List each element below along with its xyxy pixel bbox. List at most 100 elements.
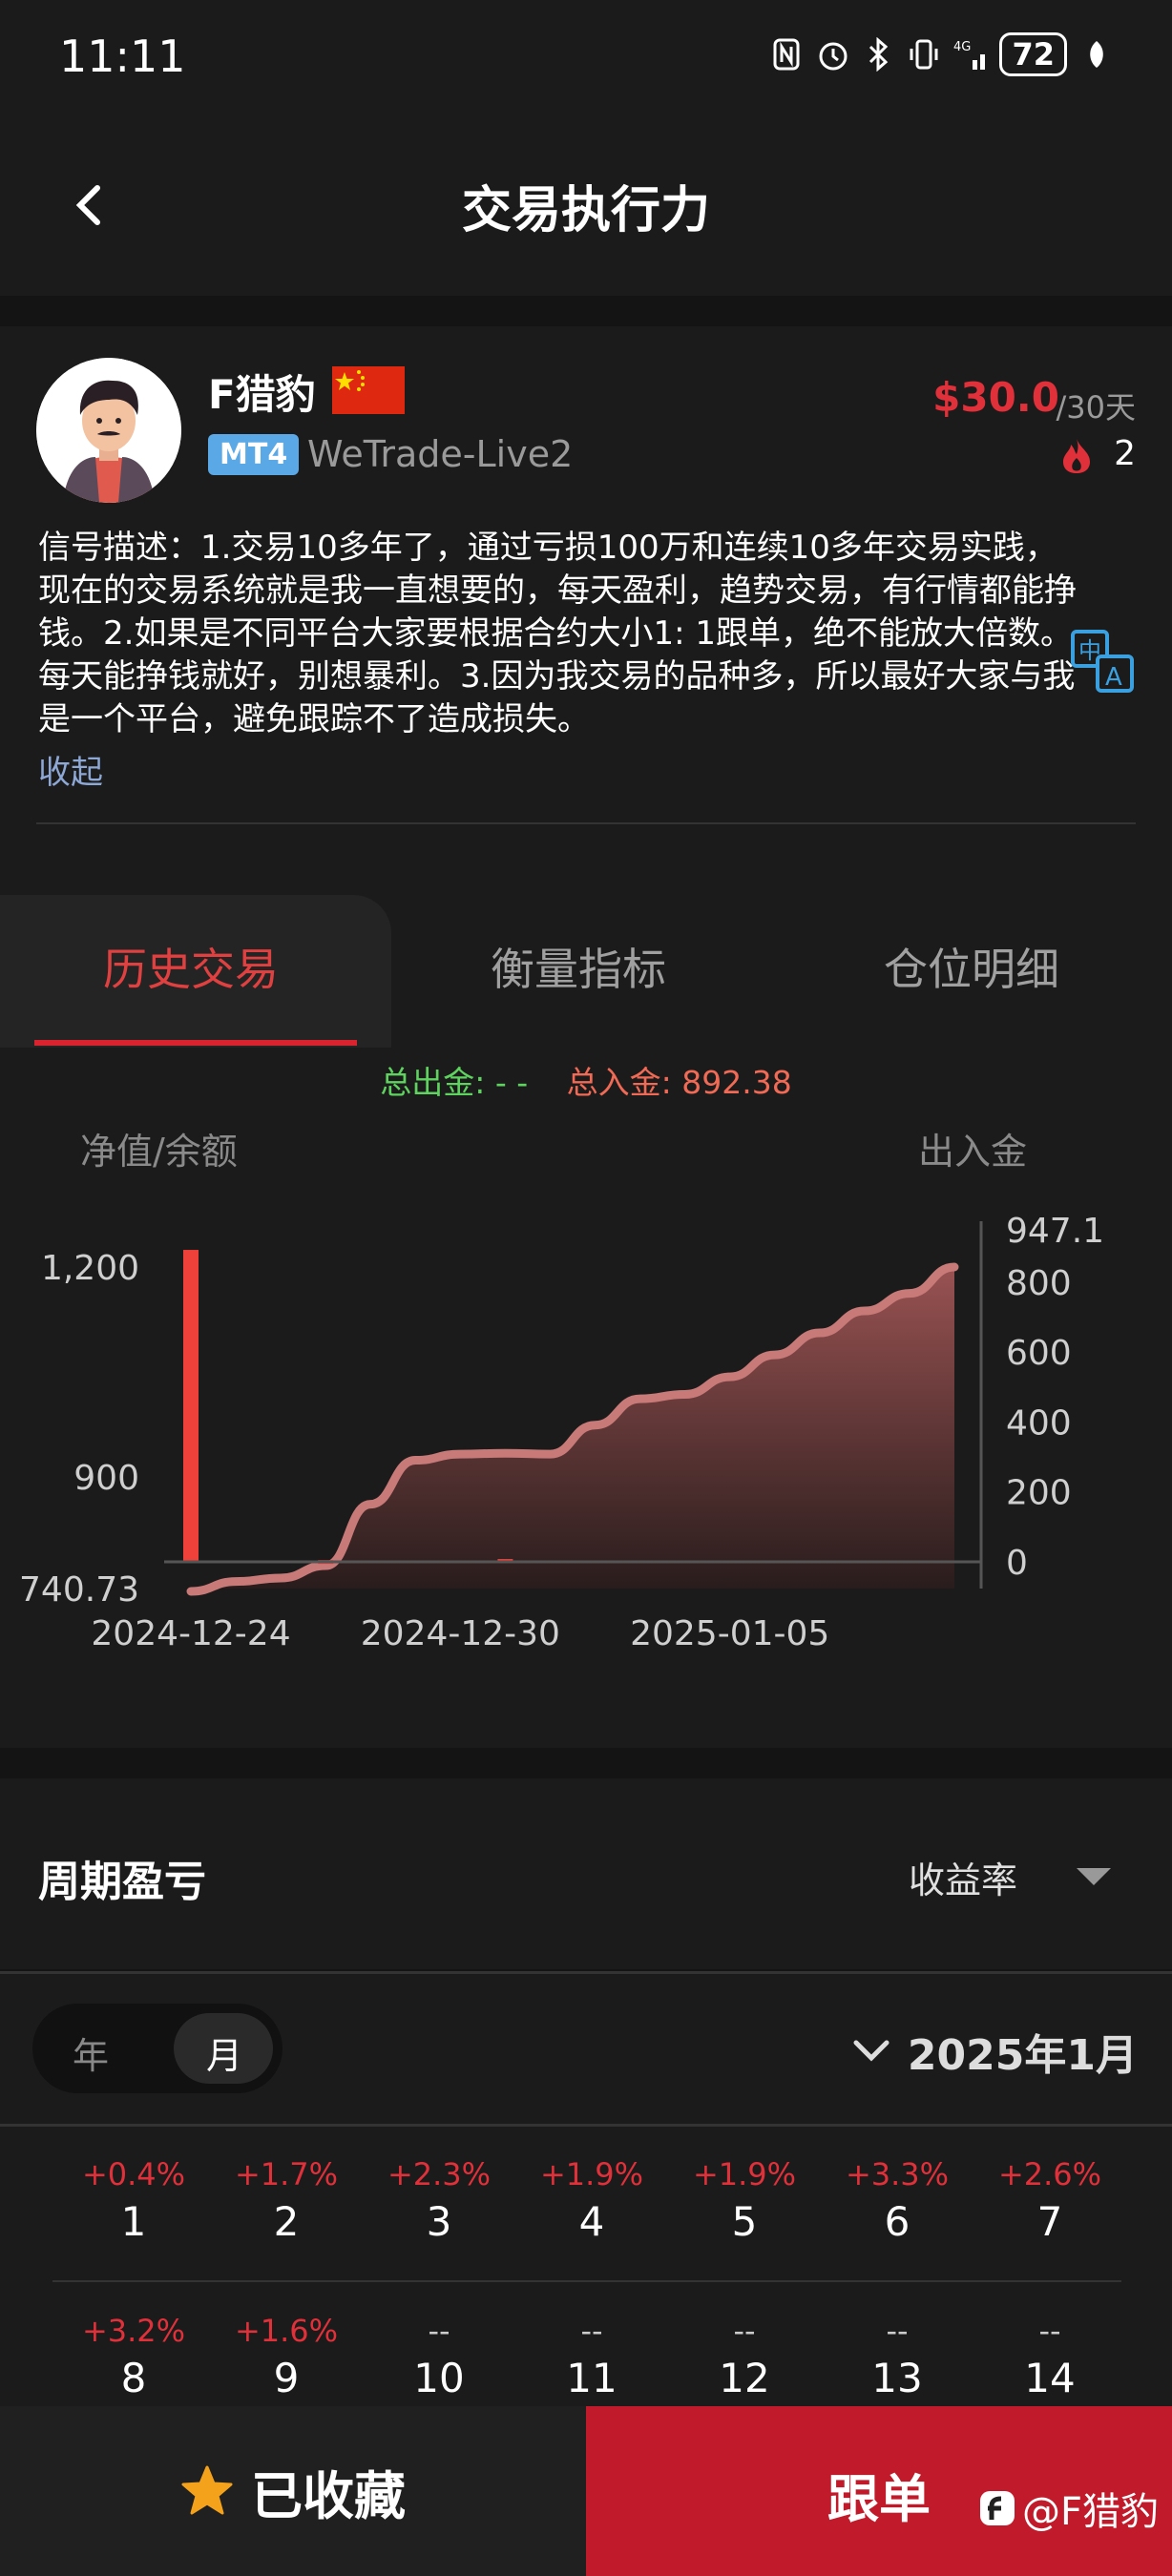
day-return: +1.9% — [539, 2156, 644, 2192]
x-tick-label: 2024-12-24 — [91, 1614, 290, 1653]
calendar-day[interactable]: -- 14 — [973, 2313, 1126, 2401]
vibrate-icon — [908, 35, 940, 73]
calendar-day[interactable]: +2.6% 7 — [973, 2156, 1126, 2245]
left-tick-label: 1,200 — [41, 1249, 139, 1288]
tab-positions[interactable]: 仓位明细 — [884, 935, 1059, 998]
bluetooth-icon — [862, 35, 894, 73]
day-number: 7 — [1036, 2198, 1063, 2245]
x-tick-label: 2024-12-30 — [361, 1614, 560, 1653]
collapse-link[interactable]: 收起 — [38, 746, 103, 793]
left-tick-label: 740.73 — [19, 1570, 139, 1610]
calendar-day[interactable]: +1.9% 4 — [515, 2156, 668, 2245]
calendar-day[interactable]: +3.2% 8 — [57, 2313, 210, 2401]
period-profit-title: 周期盈亏 — [38, 1858, 206, 1906]
day-return: +0.4% — [81, 2156, 186, 2192]
avatar[interactable] — [36, 358, 181, 503]
left-axis-ticks: 1,200 900 740.73 — [19, 1249, 139, 1610]
deposit-bar — [183, 1250, 199, 1562]
left-axis-label: 净值/余额 — [80, 1131, 238, 1173]
right-tick-label: 400 — [1006, 1403, 1072, 1443]
svg-text:A: A — [1105, 663, 1122, 692]
total-deposit: 总入金: 892.38 — [566, 1064, 792, 1101]
status-time: 11:11 — [59, 31, 186, 82]
day-return: -- — [428, 2313, 450, 2349]
watermark-text: @F猎豹 — [1021, 2490, 1159, 2534]
tab-history[interactable]: 历史交易 — [103, 935, 279, 998]
page-title: 交易执行力 — [461, 182, 710, 239]
favorite-label: 已收藏 — [251, 2465, 406, 2526]
follower-count: 2 — [1114, 434, 1136, 473]
watermark-logo-icon — [979, 2491, 1015, 2525]
day-number: 10 — [413, 2355, 465, 2401]
favorite-button[interactable]: 已收藏 — [0, 2406, 586, 2576]
day-return: +3.2% — [81, 2313, 186, 2349]
calendar-day[interactable]: +1.9% 5 — [668, 2156, 821, 2245]
dropdown-arrow-icon[interactable] — [1077, 1868, 1111, 1885]
right-axis-ticks: 947.1 800 600 400 200 0 — [1006, 1212, 1104, 1583]
flag-icon — [332, 366, 405, 414]
x-tick-label: 2025-01-05 — [630, 1614, 829, 1653]
calendar-day[interactable]: -- 13 — [821, 2313, 973, 2401]
right-tick-label: 200 — [1006, 1474, 1072, 1513]
month-picker[interactable]: 2025年1月 — [852, 2021, 1138, 2082]
calendar-day[interactable]: +0.4% 1 — [57, 2156, 210, 2245]
chevron-down-icon — [853, 2040, 889, 2062]
left-tick-label: 900 — [73, 1459, 139, 1498]
day-return: -- — [580, 2313, 603, 2349]
calendar-day[interactable]: +2.3% 3 — [363, 2156, 515, 2245]
x-axis-ticks: 2024-12-24 2024-12-30 2025-01-05 — [91, 1614, 829, 1653]
day-number: 9 — [273, 2355, 300, 2401]
status-icons: 4G 72 — [770, 32, 1113, 76]
day-number: 5 — [731, 2198, 758, 2245]
day-number: 4 — [578, 2198, 605, 2245]
metric-select[interactable]: 收益率 — [909, 1851, 1017, 1903]
right-tick-label: 0 — [1006, 1544, 1028, 1583]
day-number: 6 — [884, 2198, 910, 2245]
day-return: +3.3% — [845, 2156, 950, 2192]
day-number: 14 — [1024, 2355, 1076, 2401]
day-number: 3 — [426, 2198, 452, 2245]
battery-indicator: 72 — [999, 32, 1067, 76]
translate-icon[interactable]: 中A — [1069, 628, 1136, 695]
selected-month: 2025年1月 — [907, 2031, 1138, 2080]
equity-chart[interactable]: 净值/余额 出入金 1,200 900 740.73 947.1 800 600 400 2… — [0, 1126, 1172, 1660]
right-tick-label: 800 — [1006, 1264, 1072, 1303]
calendar-day[interactable]: +1.7% 2 — [210, 2156, 363, 2245]
day-return: -- — [733, 2313, 756, 2349]
watermark: @F猎豹 — [978, 2481, 1159, 2536]
tab-metrics[interactable]: 衡量指标 — [491, 935, 666, 998]
day-return: -- — [1038, 2313, 1061, 2349]
fire-icon — [1059, 437, 1094, 475]
day-number: 13 — [871, 2355, 923, 2401]
day-return: +1.7% — [234, 2156, 339, 2192]
day-return: +1.9% — [692, 2156, 797, 2192]
signal-description: 信号描述：1.交易10多年了，通过亏损100万和连续10多年交易实践，现在的交易… — [38, 529, 1077, 738]
right-tick-label: 600 — [1006, 1334, 1072, 1373]
calendar-day[interactable]: +1.6% 9 — [210, 2313, 363, 2401]
platform-badge: MT4 — [208, 434, 300, 475]
day-return: -- — [886, 2313, 909, 2349]
server-name: WeTrade-Live2 — [307, 433, 574, 475]
day-number: 1 — [120, 2198, 147, 2245]
right-axis-label: 出入金 — [918, 1131, 1027, 1173]
right-tick-label: 947.1 — [1006, 1212, 1104, 1251]
calendar-day[interactable]: -- 10 — [363, 2313, 515, 2401]
nfc-icon — [770, 35, 803, 73]
leaf-icon — [1080, 35, 1113, 73]
svg-text:4G: 4G — [953, 40, 971, 54]
signal-icon: 4G — [953, 35, 986, 73]
equity-area — [191, 1267, 954, 1591]
calendar-day[interactable]: +3.3% 6 — [821, 2156, 973, 2245]
calendar-day[interactable]: -- 12 — [668, 2313, 821, 2401]
totals-summary: 总出金: - - 总入金: 892.38 — [0, 1057, 1172, 1103]
toggle-year[interactable]: 年 — [73, 2026, 109, 2079]
star-icon — [181, 2465, 233, 2515]
day-number: 11 — [566, 2355, 617, 2401]
alarm-icon — [816, 35, 848, 73]
toggle-month[interactable]: 月 — [206, 2026, 242, 2079]
calendar-day[interactable]: -- 11 — [515, 2313, 668, 2401]
day-return: +2.3% — [387, 2156, 492, 2192]
tab-indicator — [34, 1040, 357, 1046]
divider — [36, 822, 1136, 824]
day-return: +1.6% — [234, 2313, 339, 2349]
